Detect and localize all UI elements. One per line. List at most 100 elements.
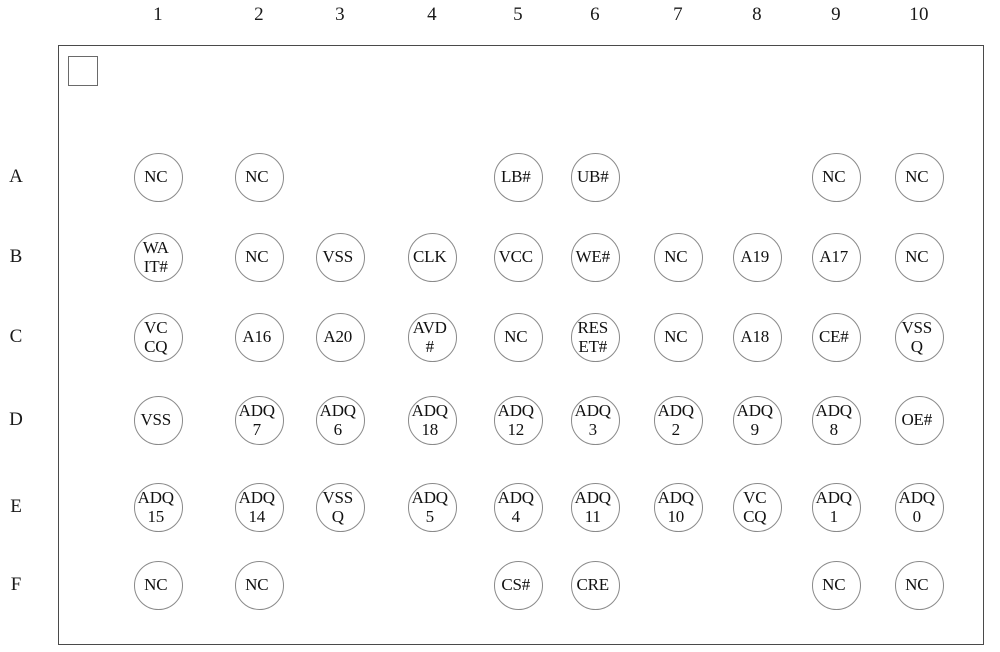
ball-label-B8: A19 [740, 247, 770, 266]
ball-label-E6: ADQ 11 [574, 488, 611, 526]
ball-label-B1: WA IT# [142, 238, 169, 276]
ball-pad-B9[interactable]: A17 [811, 232, 861, 282]
row-label-C: C [9, 326, 23, 347]
ball-pad-C3[interactable]: A20 [315, 312, 365, 362]
ball-label-A2: NC [245, 167, 269, 186]
ball-pad-C10[interactable]: VSS Q [894, 312, 944, 362]
ball-label-D5: ADQ 12 [497, 401, 534, 439]
ball-label-C9: CE# [818, 327, 849, 346]
ball-pad-B4[interactable]: CLK [407, 232, 457, 282]
ball-pad-D1[interactable]: VSS [133, 395, 183, 445]
ball-pad-E10[interactable]: ADQ 0 [894, 482, 944, 532]
ball-label-F5: CS# [501, 575, 531, 594]
ball-pad-D3[interactable]: ADQ 6 [315, 395, 365, 445]
ball-pad-E1[interactable]: ADQ 15 [133, 482, 183, 532]
ball-label-D7: ADQ 2 [657, 401, 694, 439]
ball-pad-D8[interactable]: ADQ 9 [732, 395, 782, 445]
ball-label-E5: ADQ 4 [497, 488, 534, 526]
ball-label-F6: CRE [576, 575, 610, 594]
ball-pad-F10[interactable]: NC [894, 560, 944, 610]
ball-pad-F2[interactable]: NC [234, 560, 284, 610]
ball-label-C4: AVD # [412, 318, 447, 356]
ball-label-C3: A20 [323, 327, 353, 346]
column-header-6: 6 [590, 4, 600, 25]
column-header-7: 7 [673, 4, 683, 25]
ball-pad-B7[interactable]: NC [653, 232, 703, 282]
ball-pad-B5[interactable]: VCC [493, 232, 543, 282]
ball-pad-F5[interactable]: CS# [493, 560, 543, 610]
ball-pad-C1[interactable]: VC CQ [133, 312, 183, 362]
ball-pad-D10[interactable]: OE# [894, 395, 944, 445]
ball-label-B7: NC [664, 247, 688, 266]
ball-label-C6: RES ET# [577, 318, 609, 356]
ball-pad-E6[interactable]: ADQ 11 [570, 482, 620, 532]
ball-pad-C7[interactable]: NC [653, 312, 703, 362]
ball-label-A1: NC [144, 167, 168, 186]
ball-pad-D4[interactable]: ADQ 18 [407, 395, 457, 445]
ball-pad-D9[interactable]: ADQ 8 [811, 395, 861, 445]
ball-label-B2: NC [245, 247, 269, 266]
ball-pad-F9[interactable]: NC [811, 560, 861, 610]
ball-label-B4: CLK [413, 247, 447, 266]
ball-label-D10: OE# [901, 410, 933, 429]
ball-label-D3: ADQ 6 [319, 401, 356, 439]
ball-pad-D6[interactable]: ADQ 3 [570, 395, 620, 445]
ball-pad-C6[interactable]: RES ET# [570, 312, 620, 362]
ball-label-C5: NC [504, 327, 528, 346]
ball-label-E3: VSS Q [322, 488, 354, 526]
ball-pad-F6[interactable]: CRE [570, 560, 620, 610]
ball-pad-B2[interactable]: NC [234, 232, 284, 282]
ball-label-C7: NC [664, 327, 688, 346]
ball-label-C2: A16 [242, 327, 272, 346]
ball-pad-A2[interactable]: NC [234, 152, 284, 202]
column-header-10: 10 [909, 4, 929, 25]
ball-label-B10: NC [905, 247, 929, 266]
ball-pad-E2[interactable]: ADQ 14 [234, 482, 284, 532]
ball-label-F10: NC [905, 575, 929, 594]
ball-pad-C2[interactable]: A16 [234, 312, 284, 362]
ball-label-E7: ADQ 10 [657, 488, 694, 526]
column-header-9: 9 [831, 4, 841, 25]
ball-pad-A6[interactable]: UB# [570, 152, 620, 202]
ball-label-D6: ADQ 3 [574, 401, 611, 439]
ball-pad-D5[interactable]: ADQ 12 [493, 395, 543, 445]
ball-pad-A1[interactable]: NC [133, 152, 183, 202]
ball-pad-B6[interactable]: WE# [570, 232, 620, 282]
ball-pad-C9[interactable]: CE# [811, 312, 861, 362]
ball-pad-E7[interactable]: ADQ 10 [653, 482, 703, 532]
bga-pinout-diagram: 1 2 3 4 5 6 7 8 9 10 A B C D E F NC NC LB# UB# NC NC WA IT# N… [0, 0, 1000, 652]
ball-label-E9: ADQ 1 [815, 488, 852, 526]
ball-pad-B8[interactable]: A19 [732, 232, 782, 282]
ball-pad-B1[interactable]: WA IT# [133, 232, 183, 282]
row-label-F: F [10, 574, 22, 595]
ball-pad-A10[interactable]: NC [894, 152, 944, 202]
ball-pad-D7[interactable]: ADQ 2 [653, 395, 703, 445]
ball-label-F2: NC [245, 575, 269, 594]
pin1-orientation-marker [68, 56, 98, 86]
ball-label-C8: A18 [740, 327, 770, 346]
ball-pad-A5[interactable]: LB# [493, 152, 543, 202]
column-header-5: 5 [513, 4, 523, 25]
ball-pad-B3[interactable]: VSS [315, 232, 365, 282]
row-label-D: D [9, 409, 23, 430]
ball-pad-E3[interactable]: VSS Q [315, 482, 365, 532]
ball-label-D9: ADQ 8 [815, 401, 852, 439]
column-header-2: 2 [254, 4, 264, 25]
ball-pad-D2[interactable]: ADQ 7 [234, 395, 284, 445]
ball-pad-C4[interactable]: AVD # [407, 312, 457, 362]
ball-label-C10: VSS Q [901, 318, 933, 356]
ball-pad-E5[interactable]: ADQ 4 [493, 482, 543, 532]
ball-pad-C5[interactable]: NC [493, 312, 543, 362]
ball-pad-E8[interactable]: VC CQ [732, 482, 782, 532]
ball-label-B9: A17 [819, 247, 849, 266]
ball-pad-C8[interactable]: A18 [732, 312, 782, 362]
ball-label-D8: ADQ 9 [736, 401, 773, 439]
ball-pad-E9[interactable]: ADQ 1 [811, 482, 861, 532]
ball-pad-B10[interactable]: NC [894, 232, 944, 282]
ball-label-E2: ADQ 14 [238, 488, 275, 526]
ball-pad-F1[interactable]: NC [133, 560, 183, 610]
ball-label-A9: NC [822, 167, 846, 186]
ball-pad-A9[interactable]: NC [811, 152, 861, 202]
ball-label-B3: VSS [322, 247, 354, 266]
ball-pad-E4[interactable]: ADQ 5 [407, 482, 457, 532]
